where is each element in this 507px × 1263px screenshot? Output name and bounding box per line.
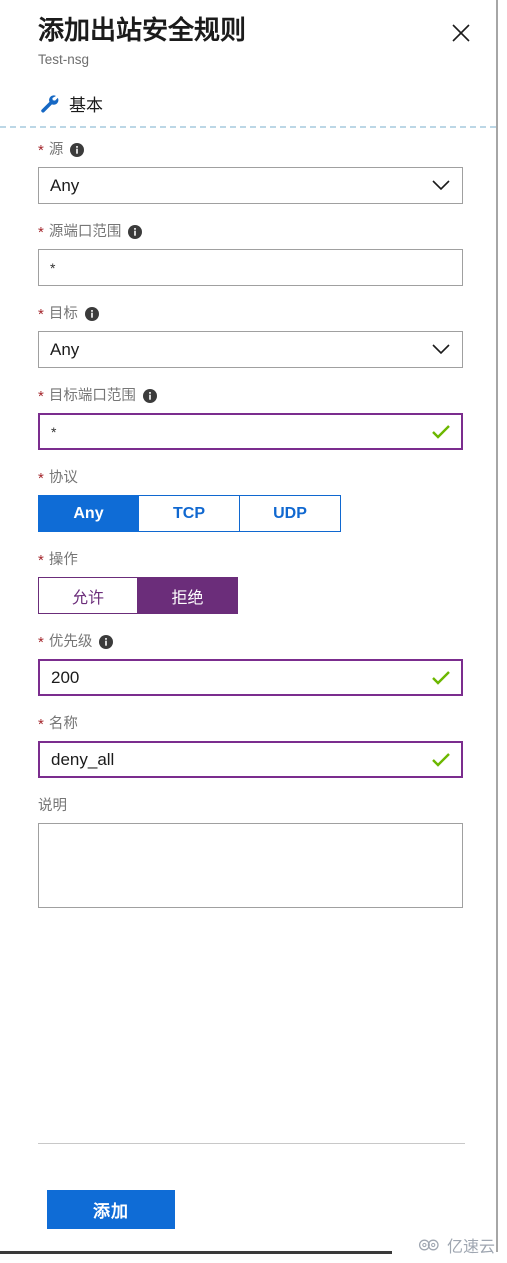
destination-port-ranges-label: * 目标端口范围 — [38, 386, 463, 406]
description-textarea[interactable] — [38, 823, 463, 908]
field-name: * 名称 deny_all — [38, 714, 463, 778]
chevron-down-icon — [432, 332, 450, 367]
field-source: * 源 Any — [38, 140, 463, 204]
priority-input[interactable]: 200 — [38, 659, 463, 696]
field-action: * 操作 允许 拒绝 — [38, 550, 463, 614]
rule-form: * 源 Any * 源端口范围 * * 目标 Any * 目标端口范围 * * … — [0, 140, 496, 931]
priority-label-text: 优先级 — [48, 634, 93, 650]
section-basic-label: 基本 — [69, 96, 103, 115]
field-source-port-ranges: * 源端口范围 * — [38, 222, 463, 286]
protocol-label: * 协议 — [38, 468, 463, 488]
required-asterisk: * — [38, 306, 44, 323]
priority-value: 200 — [51, 667, 80, 687]
required-asterisk: * — [38, 634, 44, 651]
name-input[interactable]: deny_all — [38, 741, 463, 778]
add-button[interactable]: 添加 — [47, 1190, 175, 1229]
chevron-down-icon — [432, 168, 450, 203]
source-port-ranges-input[interactable]: * — [38, 249, 463, 286]
name-value: deny_all — [51, 749, 115, 769]
name-label-text: 名称 — [48, 716, 78, 732]
field-description: 说明 — [38, 796, 463, 913]
required-asterisk: * — [38, 470, 44, 487]
valid-check-icon — [431, 743, 451, 776]
destination-port-ranges-input[interactable]: * — [38, 413, 463, 450]
blade-header: 添加出站安全规则 Test-nsg 基本 — [0, 0, 496, 128]
info-circle-icon — [128, 225, 143, 239]
required-asterisk: * — [38, 388, 44, 405]
field-priority: * 优先级 200 — [38, 632, 463, 696]
watermark-text: 亿速云 — [446, 1239, 495, 1256]
info-icon[interactable] — [70, 143, 85, 157]
destination-port-ranges-value: * — [51, 423, 57, 440]
name-label: * 名称 — [38, 714, 463, 734]
info-circle-icon — [142, 389, 157, 403]
page-title: 添加出站安全规则 — [38, 15, 247, 45]
footer-divider — [38, 1143, 465, 1144]
source-port-ranges-value: * — [50, 259, 56, 276]
blade-title-row: 添加出站安全规则 — [0, 14, 496, 48]
source-port-ranges-label: * 源端口范围 — [38, 222, 463, 242]
close-button[interactable] — [446, 18, 476, 48]
source-label: * 源 — [38, 140, 463, 160]
destination-dropdown[interactable]: Any — [38, 331, 463, 368]
field-protocol: * 协议 Any TCP UDP — [38, 468, 463, 532]
protocol-option-tcp[interactable]: TCP — [139, 495, 240, 532]
source-port-ranges-label-text: 源端口范围 — [48, 224, 122, 240]
wrench-icon — [41, 94, 59, 113]
source-label-text: 源 — [48, 142, 64, 158]
protocol-option-any[interactable]: Any — [38, 495, 139, 532]
info-icon[interactable] — [128, 225, 143, 239]
description-label-text: 说明 — [38, 798, 67, 814]
action-label: * 操作 — [38, 550, 463, 570]
valid-check-icon — [431, 415, 451, 448]
watermark: 亿速云 — [418, 1233, 495, 1257]
info-icon[interactable] — [142, 389, 157, 403]
description-label: 说明 — [38, 796, 463, 816]
panel-bottom-edge — [0, 1251, 392, 1254]
info-circle-icon — [84, 307, 99, 321]
info-icon[interactable] — [84, 307, 99, 321]
info-icon[interactable] — [99, 635, 114, 649]
priority-label: * 优先级 — [38, 632, 463, 652]
section-divider — [0, 126, 496, 128]
section-basic-header: 基本 — [0, 69, 496, 116]
destination-port-ranges-label-text: 目标端口范围 — [48, 388, 136, 404]
required-asterisk: * — [38, 142, 44, 159]
protocol-toggle-group: Any TCP UDP — [38, 495, 341, 532]
destination-label: * 目标 — [38, 304, 463, 324]
action-option-allow[interactable]: 允许 — [38, 577, 138, 614]
action-option-deny[interactable]: 拒绝 — [138, 577, 238, 614]
protocol-option-udp[interactable]: UDP — [240, 495, 341, 532]
info-circle-icon — [99, 635, 114, 649]
blade-subtitle: Test-nsg — [38, 52, 90, 67]
destination-value: Any — [50, 339, 80, 359]
cloud-icon — [418, 1239, 439, 1251]
required-asterisk: * — [38, 224, 44, 241]
close-icon — [452, 24, 470, 42]
field-destination-port-ranges: * 目标端口范围 * — [38, 386, 463, 450]
field-destination: * 目标 Any — [38, 304, 463, 368]
required-asterisk: * — [38, 716, 44, 733]
info-circle-icon — [70, 143, 85, 157]
destination-label-text: 目标 — [48, 306, 78, 322]
source-dropdown[interactable]: Any — [38, 167, 463, 204]
panel-right-edge — [496, 0, 498, 1252]
required-asterisk: * — [38, 552, 44, 569]
action-label-text: 操作 — [48, 552, 78, 568]
add-outbound-security-rule-blade: 添加出站安全规则 Test-nsg 基本 * 源 Any * 源端口范围 * *… — [0, 0, 507, 1263]
protocol-label-text: 协议 — [48, 470, 78, 486]
source-value: Any — [50, 175, 80, 195]
valid-check-icon — [431, 661, 451, 694]
action-toggle-group: 允许 拒绝 — [38, 577, 238, 614]
